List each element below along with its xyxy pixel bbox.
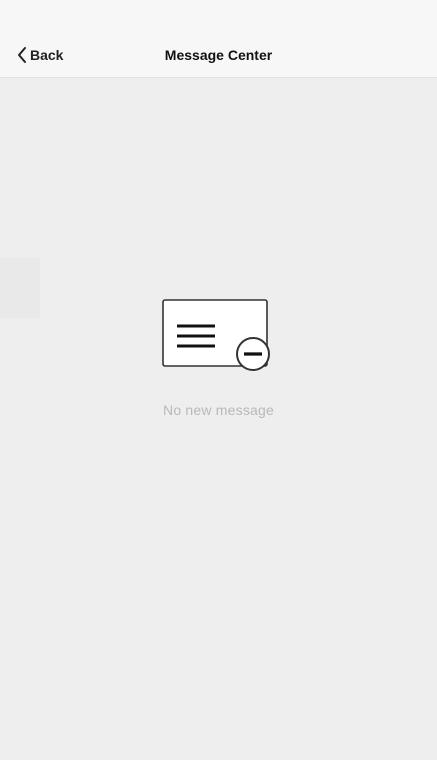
empty-state-message: No new message xyxy=(163,402,274,418)
message-center-screen: Back Message Center No new message xyxy=(0,0,437,760)
empty-state: No new message xyxy=(0,298,437,418)
page-title: Message Center xyxy=(164,47,273,63)
envelope-minus-icon xyxy=(161,299,270,371)
message-list-area[interactable]: No new message xyxy=(0,78,437,760)
navigation-bar: Back Message Center xyxy=(0,0,437,78)
